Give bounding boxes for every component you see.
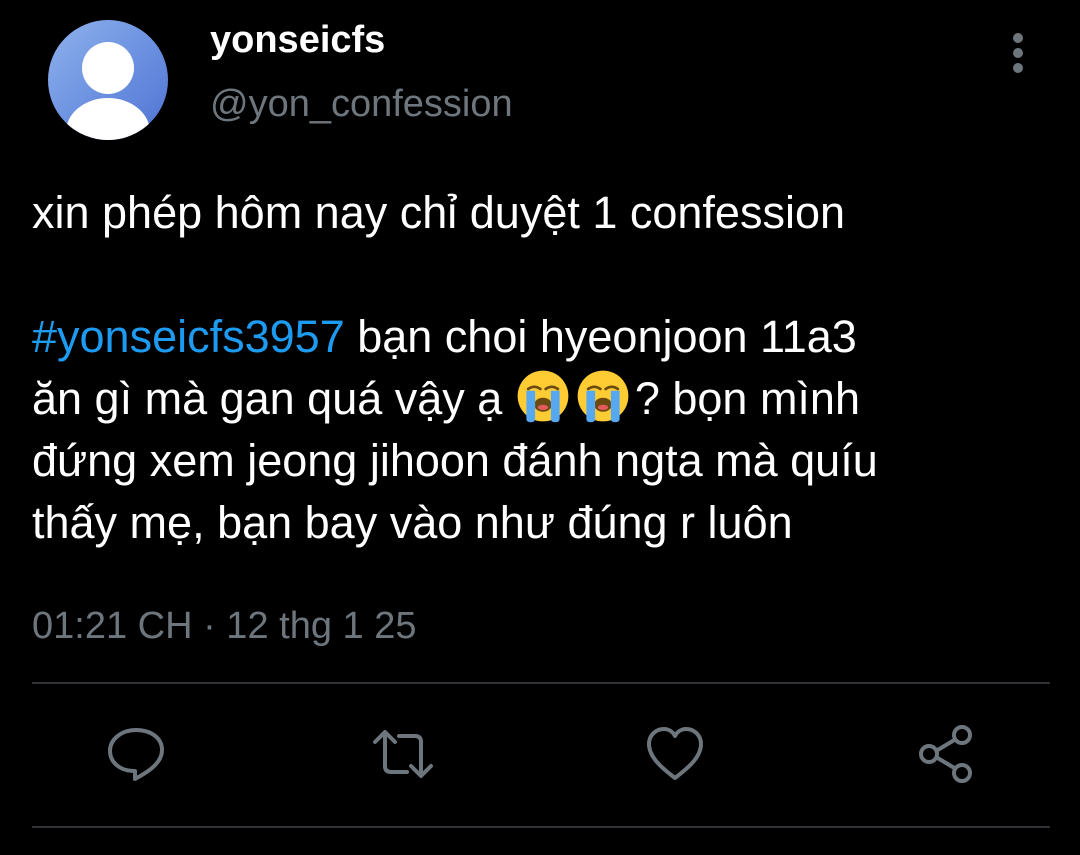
vertical-dots-icon (1013, 33, 1023, 73)
tweet-text-segment: ? bọn mình (634, 373, 860, 424)
tweet-line: đứng xem jeong jihoon đánh ngta mà quíu (32, 435, 878, 486)
tweet-text-segment: bạn choi hyeonjoon 11a3 (344, 311, 857, 362)
hashtag-link[interactable]: #yonseicfs3957 (32, 311, 345, 362)
heart-icon (647, 727, 703, 780)
tweet-text-segment: ăn gì mà gan quá vậy ạ (32, 373, 515, 424)
loudly-crying-face-emoji (577, 370, 629, 423)
reply-button[interactable] (104, 722, 168, 786)
reply-icon (108, 728, 164, 781)
like-button[interactable] (643, 722, 707, 786)
tweet-line: ăn gì mà gan quá vậy ạ ? bọn mình (32, 368, 1052, 430)
tweet-timestamp[interactable]: 01:21 CH · 12 thg 1 25 (32, 603, 416, 649)
divider (32, 682, 1050, 684)
tweet-line: thấy mẹ, bạn bay vào như đúng r luôn (32, 497, 793, 548)
retweet-icon (373, 730, 433, 778)
retweet-button[interactable] (371, 722, 435, 786)
share-button[interactable] (914, 722, 978, 786)
loudly-crying-face-emoji (517, 370, 569, 423)
share-icon (919, 725, 972, 783)
user-handle[interactable]: @yon_confession (210, 84, 513, 124)
divider (32, 826, 1050, 828)
display-name[interactable]: yonseicfs (210, 20, 385, 60)
default-avatar-icon (66, 42, 150, 140)
tweet-text: xin phép hôm nay chỉ duyệt 1 confession … (32, 182, 1052, 554)
tweet-line: #yonseicfs3957 bạn choi hyeonjoon 11a3 (32, 306, 1052, 368)
avatar[interactable] (48, 20, 168, 140)
more-options-button[interactable] (996, 30, 1040, 78)
tweet-line: xin phép hôm nay chỉ duyệt 1 confession (32, 187, 846, 238)
